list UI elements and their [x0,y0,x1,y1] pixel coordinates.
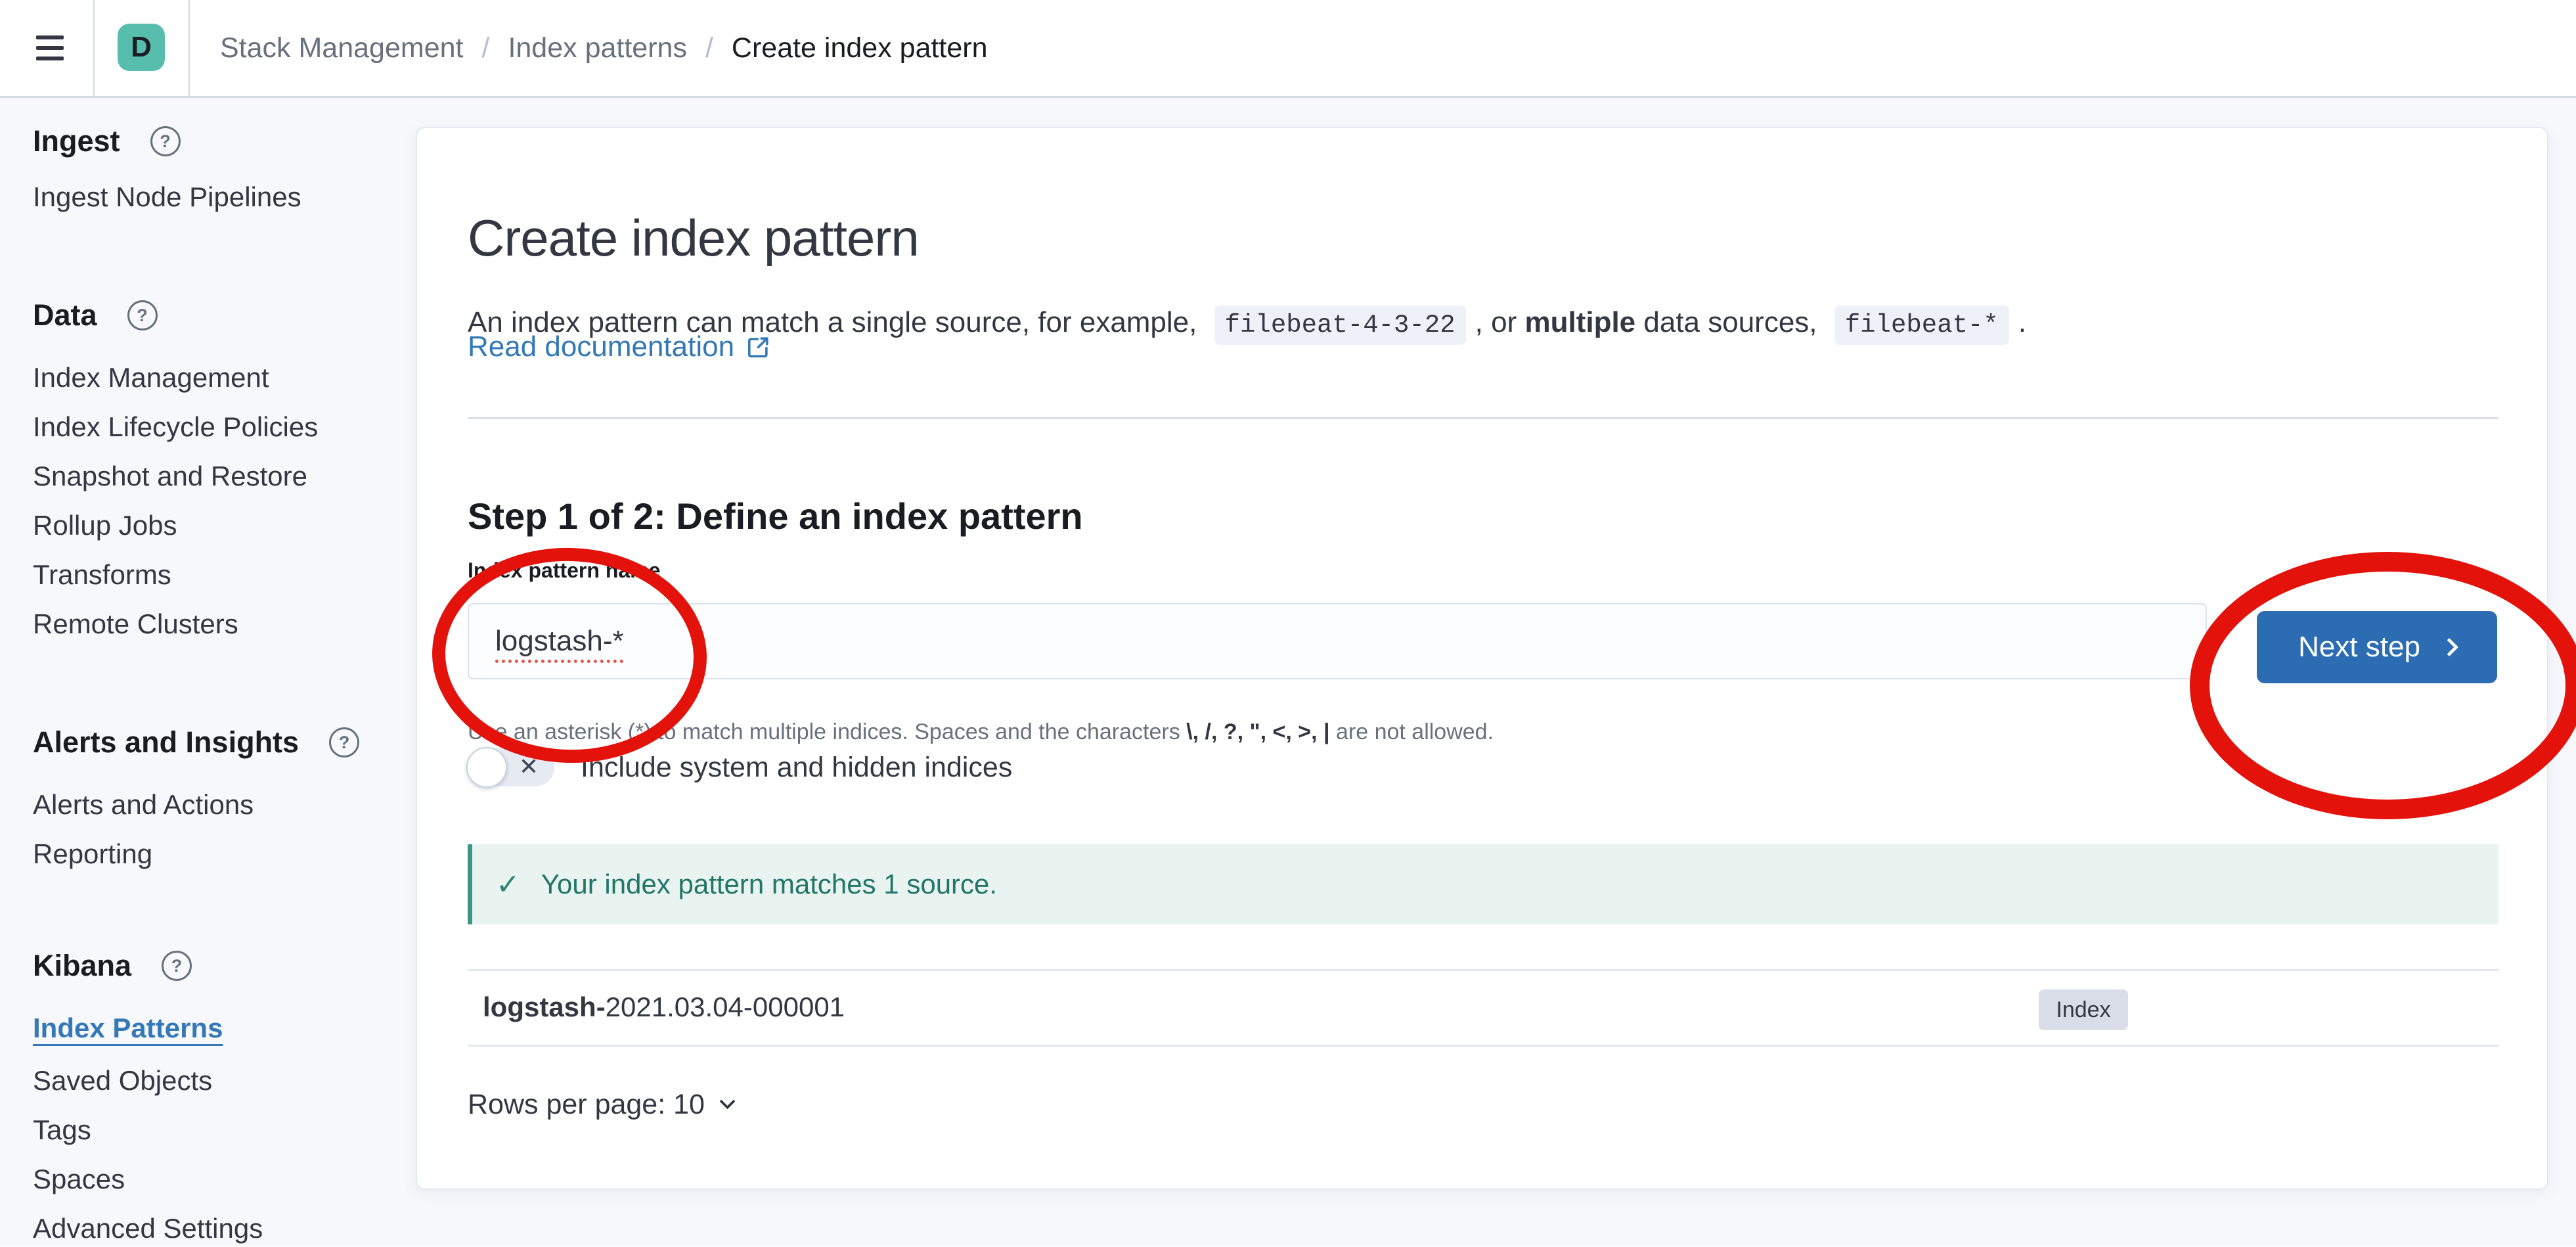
helper-part: are not allowed. [1330,719,1494,744]
intro-part: , or [1475,306,1525,338]
page-title: Create index pattern [468,208,919,268]
help-icon[interactable]: ? [150,126,181,156]
sidebar-item-ingest-node-pipelines[interactable]: Ingest Node Pipelines [33,179,301,215]
sidebar-item-index-lifecycle-policies[interactable]: Index Lifecycle Policies [33,409,318,445]
intro-part: . [2018,306,2026,338]
table-divider [468,1045,2498,1047]
sidebar-section-alerts-insights: Alerts and Insights ? [33,724,359,761]
code-example-single: filebeat-4-3-22 [1214,306,1466,345]
menu-icon[interactable] [36,30,65,66]
sidebar-item-tags[interactable]: Tags [33,1112,91,1148]
help-icon[interactable]: ? [127,300,158,330]
sidebar-item-transforms[interactable]: Transforms [33,556,171,593]
read-documentation-link[interactable]: Read documentation [468,330,771,363]
read-documentation-label: Read documentation [468,330,734,363]
sidebar-item-rollup-jobs[interactable]: Rollup Jobs [33,507,177,544]
breadcrumb-stack-management[interactable]: Stack Management [220,32,463,64]
sidebar-item-reporting[interactable]: Reporting [33,836,152,873]
section-title: Alerts and Insights [33,725,299,760]
index-pattern-name-input[interactable]: logstash-* [468,603,2207,679]
sidebar-item-spaces[interactable]: Spaces [33,1161,125,1198]
success-callout-text: Your index pattern matches 1 source. [541,869,997,900]
sidebar-item-alerts-actions[interactable]: Alerts and Actions [33,786,254,823]
step-heading: Step 1 of 2: Define an index pattern [468,495,1083,537]
top-header: D Stack Management / Index patterns / Cr… [0,0,2576,98]
rows-per-page-label: Rows per page: 10 [468,1089,705,1121]
intro-part: data sources, [1635,306,1825,338]
sidebar-section-kibana: Kibana ? [33,947,192,984]
sidebar-section-data: Data ? [33,297,158,334]
check-icon: ✓ [496,868,520,901]
header-divider [93,0,95,96]
matched-index-prefix: logstash- [483,991,606,1022]
breadcrumb-separator: / [481,32,489,64]
chevron-right-icon [2440,638,2458,656]
matched-index-suffix: 2021.03.04-000001 [606,991,845,1022]
section-title: Kibana [33,949,131,983]
next-step-label: Next step [2298,631,2420,664]
sidebar-item-saved-objects[interactable]: Saved Objects [33,1062,212,1099]
toggle-label: Include system and hidden indices [581,752,1012,784]
section-title: Data [33,298,97,332]
breadcrumb-index-patterns[interactable]: Index patterns [508,32,687,64]
breadcrumb-separator: / [705,32,713,64]
next-step-button[interactable]: Next step [2257,611,2497,683]
cross-icon: ✕ [519,753,539,781]
code-example-wildcard: filebeat-* [1834,306,2009,345]
index-pattern-name-label: Index pattern name [468,558,660,583]
index-pattern-input-value: logstash-* [495,625,624,658]
breadcrumb: Stack Management / Index patterns / Crea… [220,0,988,96]
header-divider [189,0,190,96]
sidebar-section-ingest: Ingest ? [33,123,181,160]
helper-disallowed-chars: \, /, ?, ", <, >, | [1186,719,1329,744]
intro-bold: multiple [1524,306,1635,338]
sidebar-item-remote-clusters[interactable]: Remote Clusters [33,606,238,643]
external-link-icon [746,334,771,359]
rows-per-page-selector[interactable]: Rows per page: 10 [468,1089,733,1121]
help-icon[interactable]: ? [329,727,359,758]
chevron-down-icon [719,1093,735,1109]
section-title: Ingest [33,124,120,158]
sidebar-item-snapshot-restore[interactable]: Snapshot and Restore [33,458,307,495]
include-hidden-indices-row: ✕ Include system and hidden indices [468,748,1012,786]
sidebar-item-index-management[interactable]: Index Management [33,359,269,396]
include-hidden-indices-toggle[interactable]: ✕ [468,748,554,786]
space-avatar[interactable]: D [118,24,165,71]
input-helper-text: Use an asterisk (*) to match multiple in… [468,719,1494,745]
matched-index-row: logstash-2021.03.04-000001 [483,991,845,1023]
success-callout: ✓ Your index pattern matches 1 source. [468,844,2498,924]
help-icon[interactable]: ? [162,951,192,981]
toggle-knob [466,747,507,788]
sidebar-item-index-patterns[interactable]: Index Patterns [33,1010,223,1047]
helper-part: Use an asterisk (*) to match multiple in… [468,719,1186,744]
sidebar-item-advanced-settings[interactable]: Advanced Settings [33,1210,263,1247]
create-index-pattern-panel: Create index pattern An index pattern ca… [416,127,2548,1190]
breadcrumb-current: Create index pattern [732,32,988,64]
table-divider [468,969,2498,971]
section-divider [468,417,2498,419]
index-type-badge: Index [2039,989,2128,1030]
